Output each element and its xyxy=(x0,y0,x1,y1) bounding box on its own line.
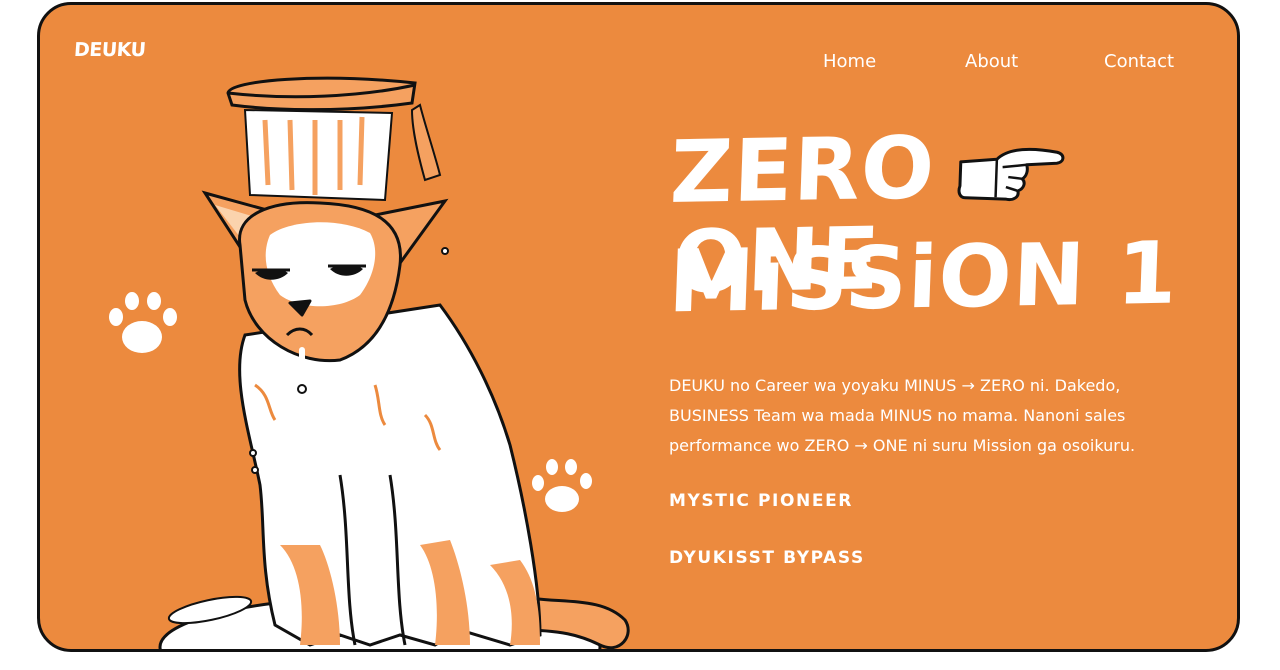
nav-link-about[interactable]: About xyxy=(965,51,1018,72)
hero-card: DEUKU Home About Contact ZERO ONE MiSSiO… xyxy=(37,2,1240,652)
headline-line-2: MiSSiON 1 xyxy=(667,223,1180,333)
bucket-shape xyxy=(226,76,417,112)
hero-description: DEUKU no Career wa yoyaku MINUS → ZERO n… xyxy=(669,371,1189,461)
paw-print-icon xyxy=(532,459,592,512)
description-line: performance wo ZERO → ONE ni suru Missio… xyxy=(669,436,1136,455)
nav-link-home[interactable]: Home xyxy=(823,51,876,72)
nav-link-contact[interactable]: Contact xyxy=(1104,51,1174,72)
headline-word-zero: ZERO xyxy=(668,118,937,223)
subtitle-mystic-pioneer: MYSTIC PIONEER xyxy=(669,491,853,511)
subtitle-dyukisst-bypass: DYUKISST BYPASS xyxy=(669,548,865,568)
pointing-hand-icon xyxy=(957,147,1065,201)
top-nav: Home About Contact xyxy=(40,51,1237,81)
description-line: BUSINESS Team wa mada MINUS no mama. Nan… xyxy=(669,406,1126,425)
description-line: DEUKU no Career wa yoyaku MINUS → ZERO n… xyxy=(669,376,1121,395)
paw-print-icon xyxy=(109,292,177,353)
